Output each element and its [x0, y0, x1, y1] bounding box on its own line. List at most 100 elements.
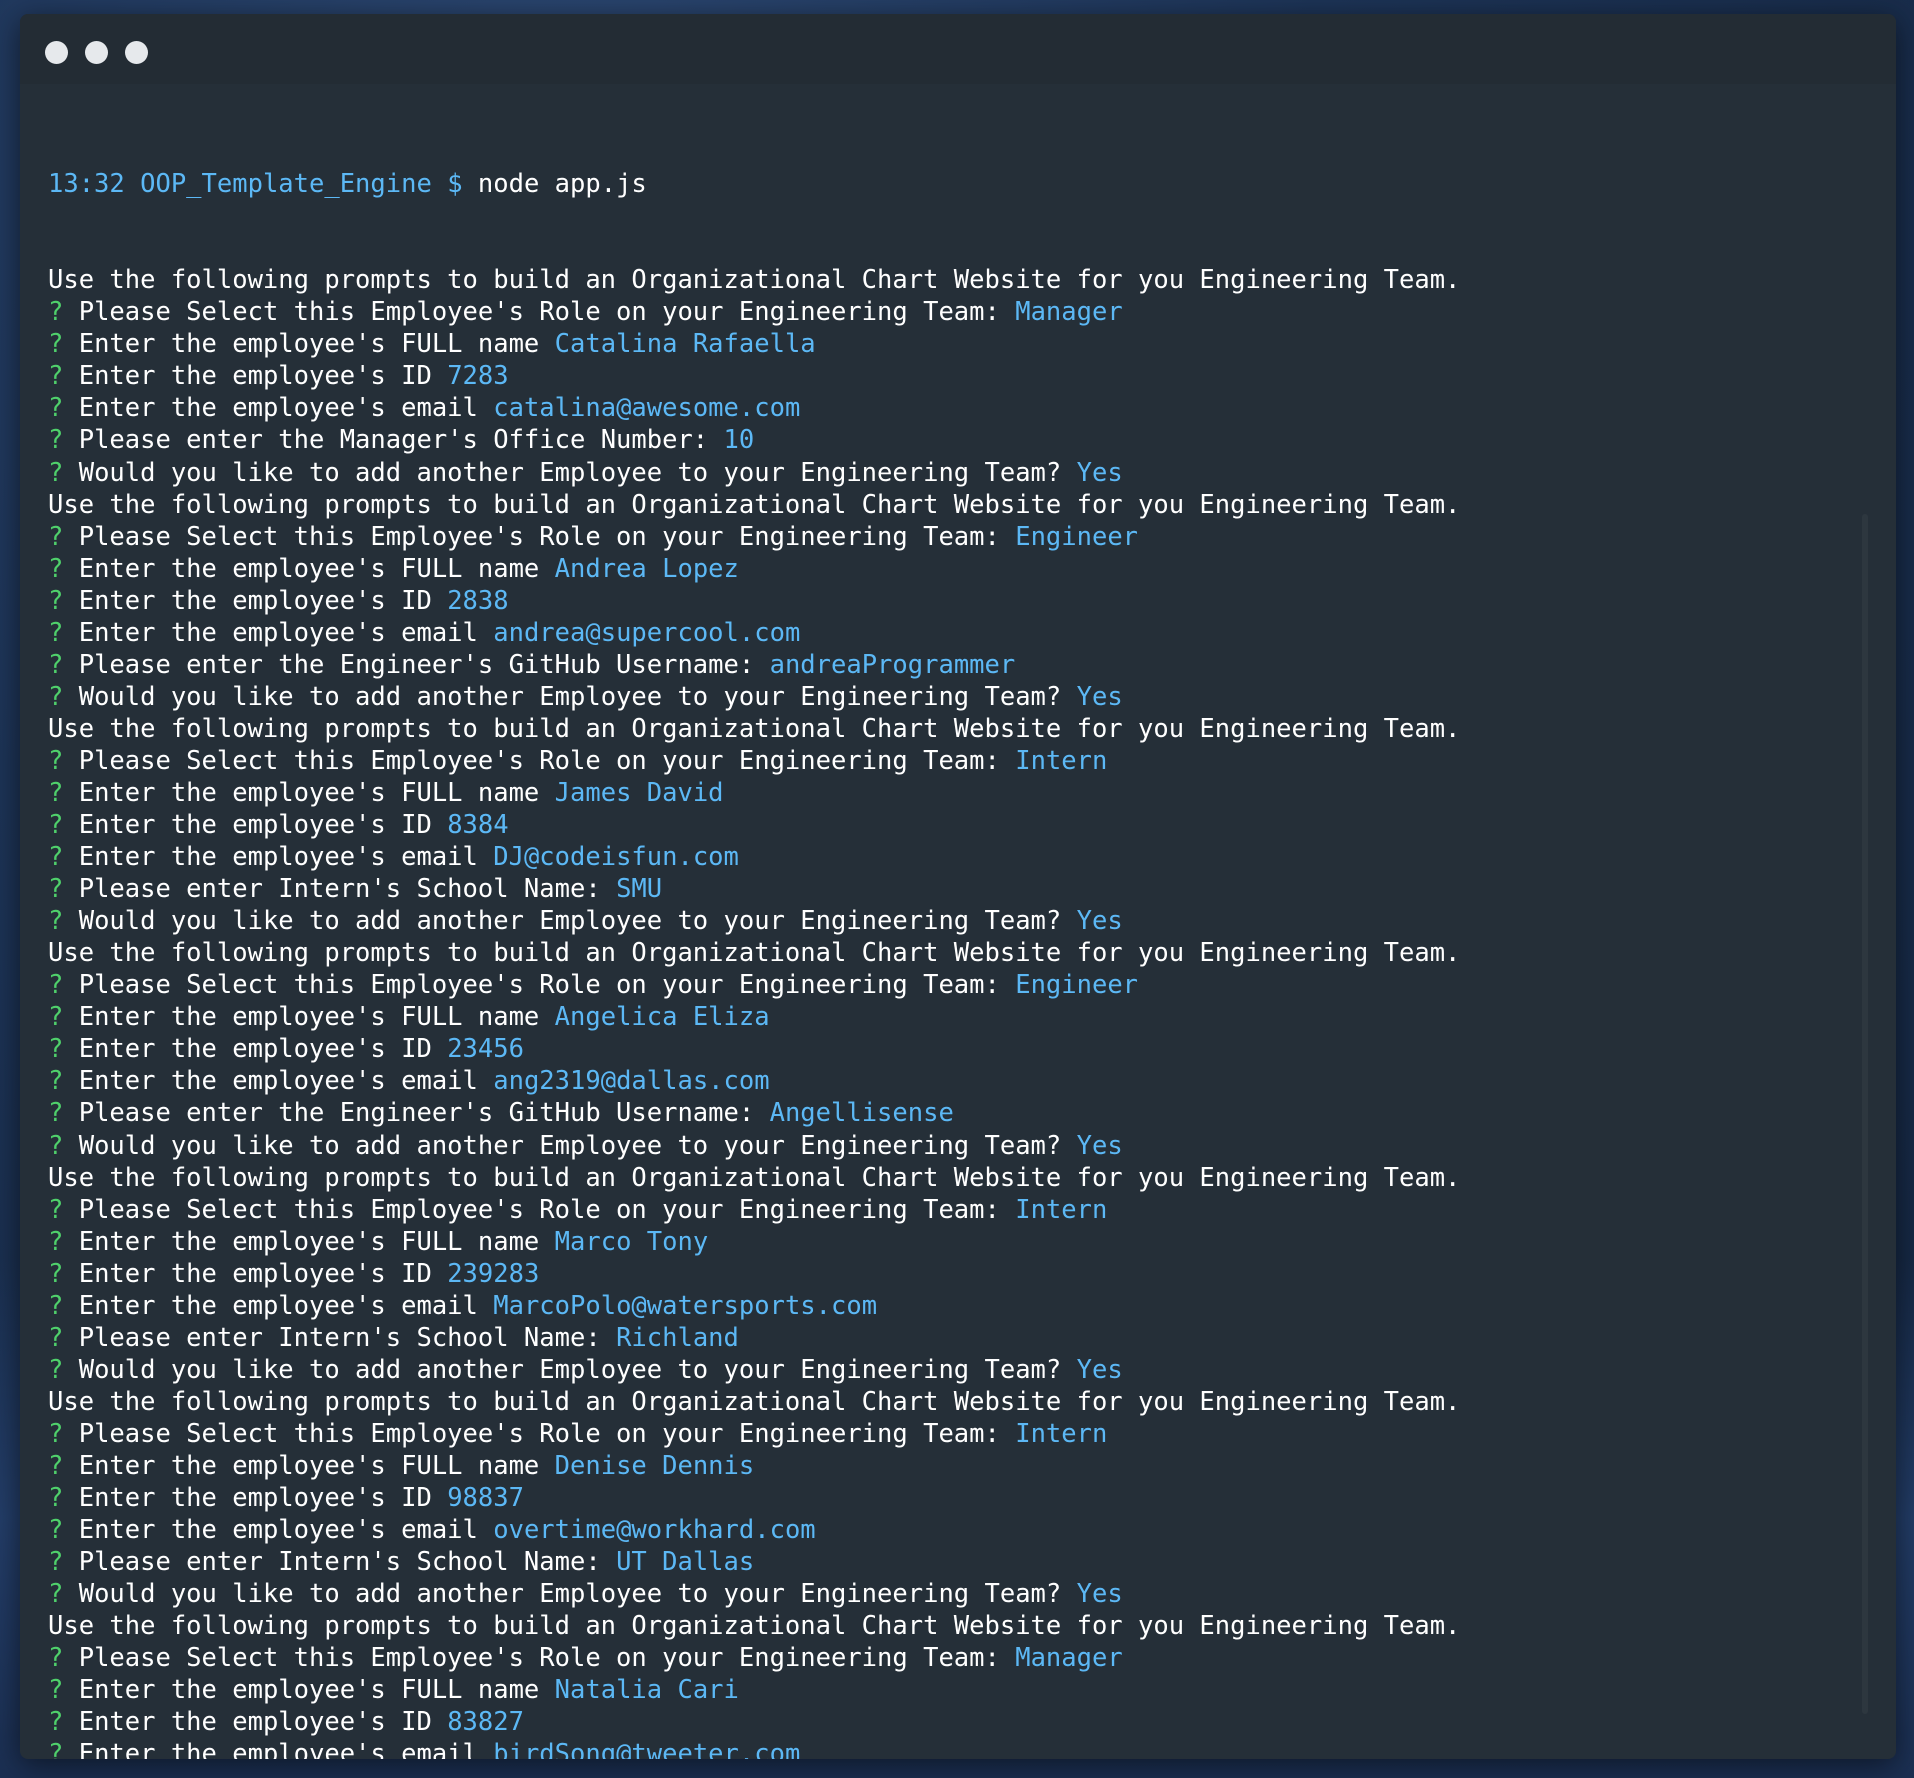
question-text: Would you like to add another Employee t…	[78, 1579, 1062, 1610]
answer-value: Natalia Cari	[554, 1675, 739, 1706]
id-question-line: ? Enter the employee's ID 8384	[48, 809, 1856, 841]
question-text: Please enter Intern's School Name:	[78, 1547, 601, 1578]
question-text: Please enter Intern's School Name:	[78, 1322, 601, 1353]
question-mark-icon: ?	[48, 1450, 64, 1481]
question-mark-icon: ?	[48, 1643, 64, 1674]
answer-value: 10	[723, 425, 755, 456]
role-question-line: ? Please Select this Employee's Role on …	[48, 1642, 1856, 1674]
answer-value: Engineer	[1015, 521, 1139, 552]
answer-value: 83827	[447, 1707, 524, 1738]
id-question-line: ? Enter the employee's ID 98837	[48, 1482, 1856, 1514]
maximize-window-button[interactable]	[125, 41, 148, 64]
shell-prompt-line: 13:32 OOP_Template_Engine $ node app.js	[48, 168, 1856, 200]
answer-value: Intern	[1015, 1418, 1108, 1449]
question-text: Enter the employee's FULL name	[78, 1675, 540, 1706]
terminal-scrollbar[interactable]	[1862, 514, 1868, 1714]
answer-value: Manager	[1015, 297, 1123, 328]
intro-text: Use the following prompts to build an Or…	[48, 265, 1461, 296]
prompt-directory: OOP_Template_Engine	[140, 169, 432, 200]
question-text: Enter the employee's FULL name	[78, 1226, 540, 1257]
question-mark-icon: ?	[48, 425, 64, 456]
role-question-line: ? Please Select this Employee's Role on …	[48, 969, 1856, 1001]
question-mark-icon: ?	[48, 1418, 64, 1449]
question-mark-icon: ?	[48, 906, 64, 937]
question-mark-icon: ?	[48, 457, 64, 488]
question-text: Enter the employee's email	[78, 1290, 478, 1321]
question-mark-icon: ?	[48, 1707, 64, 1738]
terminal-output[interactable]: 13:32 OOP_Template_Engine $ node app.js …	[48, 104, 1856, 1759]
intro-text: Use the following prompts to build an Or…	[48, 713, 1461, 744]
answer-value: Engineer	[1015, 970, 1139, 1001]
email-question-line: ? Enter the employee's email catalina@aw…	[48, 392, 1856, 424]
window-titlebar[interactable]	[20, 14, 1896, 84]
role-question-line: ? Please Select this Employee's Role on …	[48, 1194, 1856, 1226]
answer-value: Marco Tony	[554, 1226, 709, 1257]
email-question-line: ? Enter the employee's email MarcoPolo@w…	[48, 1290, 1856, 1322]
question-mark-icon: ?	[48, 1226, 64, 1257]
question-mark-icon: ?	[48, 1034, 64, 1065]
question-mark-icon: ?	[48, 1515, 64, 1546]
question-text: Please Select this Employee's Role on yo…	[78, 745, 1000, 776]
intro-line: Use the following prompts to build an Or…	[48, 1386, 1856, 1418]
question-mark-icon: ?	[48, 1675, 64, 1706]
intro-text: Use the following prompts to build an Or…	[48, 938, 1461, 969]
answer-value: MarcoPolo@watersports.com	[493, 1290, 878, 1321]
question-text: Please Select this Employee's Role on yo…	[78, 1194, 1000, 1225]
answer-value: 98837	[447, 1483, 524, 1514]
question-text: Please enter the Engineer's GitHub Usern…	[78, 1098, 755, 1129]
answer-value: andreaProgrammer	[769, 649, 1016, 680]
name-question-line: ? Enter the employee's FULL name Andrea …	[48, 553, 1856, 585]
answer-value: UT Dallas	[616, 1547, 755, 1578]
question-text: Enter the employee's FULL name	[78, 777, 540, 808]
question-text: Please enter the Engineer's GitHub Usern…	[78, 649, 755, 680]
question-mark-icon: ?	[48, 649, 64, 680]
email-question-line: ? Enter the employee's email DJ@codeisfu…	[48, 841, 1856, 873]
answer-value: Richland	[616, 1322, 739, 1353]
question-text: Please Select this Employee's Role on yo…	[78, 1418, 1000, 1449]
question-text: Enter the employee's FULL name	[78, 329, 540, 360]
id-question-line: ? Enter the employee's ID 239283	[48, 1258, 1856, 1290]
prompt-command: node app.js	[477, 169, 647, 200]
answer-value: Yes	[1076, 681, 1123, 712]
id-question-line: ? Enter the employee's ID 2838	[48, 585, 1856, 617]
answer-value: 239283	[447, 1258, 540, 1289]
add-another-question-line: ? Would you like to add another Employee…	[48, 1130, 1856, 1162]
email-question-line: ? Enter the employee's email overtime@wo…	[48, 1514, 1856, 1546]
add-another-question-line: ? Would you like to add another Employee…	[48, 905, 1856, 937]
question-text: Enter the employee's email	[78, 393, 478, 424]
intro-line: Use the following prompts to build an Or…	[48, 489, 1856, 521]
question-mark-icon: ?	[48, 810, 64, 841]
question-mark-icon: ?	[48, 1098, 64, 1129]
school-question-line: ? Please enter Intern's School Name: UT …	[48, 1546, 1856, 1578]
question-mark-icon: ?	[48, 1002, 64, 1033]
id-question-line: ? Enter the employee's ID 83827	[48, 1706, 1856, 1738]
question-mark-icon: ?	[48, 874, 64, 905]
question-mark-icon: ?	[48, 1354, 64, 1385]
answer-value: Yes	[1076, 1130, 1123, 1161]
answer-value: catalina@awesome.com	[493, 393, 801, 424]
question-mark-icon: ?	[48, 970, 64, 1001]
add-another-question-line: ? Would you like to add another Employee…	[48, 1578, 1856, 1610]
close-window-button[interactable]	[45, 41, 68, 64]
role-question-line: ? Please Select this Employee's Role on …	[48, 521, 1856, 553]
question-text: Please Select this Employee's Role on yo…	[78, 1643, 1000, 1674]
question-text: Enter the employee's ID	[78, 585, 432, 616]
answer-value: Andrea Lopez	[554, 553, 739, 584]
name-question-line: ? Enter the employee's FULL name Natalia…	[48, 1674, 1856, 1706]
question-text: Would you like to add another Employee t…	[78, 906, 1062, 937]
prompt-symbol: $	[447, 169, 463, 200]
answer-value: birdSong@tweeter.com	[493, 1739, 801, 1759]
role-question-line: ? Please Select this Employee's Role on …	[48, 1418, 1856, 1450]
prompt-session: Use the following prompts to build an Or…	[48, 264, 1856, 1759]
intro-text: Use the following prompts to build an Or…	[48, 489, 1461, 520]
question-mark-icon: ?	[48, 842, 64, 873]
question-text: Enter the employee's email	[78, 617, 478, 648]
school-question-line: ? Please enter Intern's School Name: SMU	[48, 873, 1856, 905]
answer-value: James David	[554, 777, 724, 808]
question-text: Would you like to add another Employee t…	[78, 681, 1062, 712]
question-text: Enter the employee's email	[78, 1066, 478, 1097]
question-text: Enter the employee's FULL name	[78, 1450, 540, 1481]
minimize-window-button[interactable]	[85, 41, 108, 64]
answer-value: andrea@supercool.com	[493, 617, 801, 648]
name-question-line: ? Enter the employee's FULL name Denise …	[48, 1450, 1856, 1482]
